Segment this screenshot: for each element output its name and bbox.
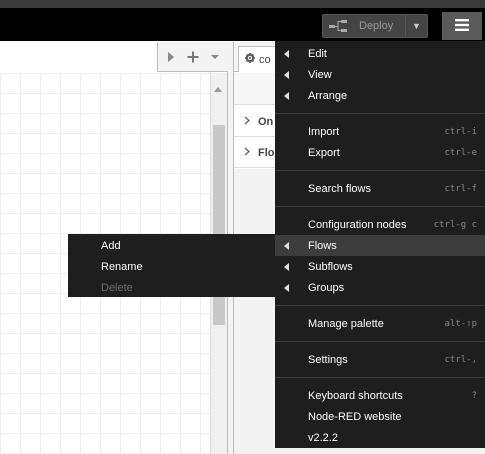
- menu-item-subflows[interactable]: Subflows: [275, 256, 485, 277]
- chevron-right-icon: [244, 116, 250, 128]
- menu-item-edit[interactable]: Edit: [275, 43, 485, 64]
- flows-list-button[interactable]: [204, 42, 226, 72]
- menu-divider: [275, 370, 485, 385]
- workspace-tab-bar: [0, 42, 228, 72]
- menu-item-import[interactable]: Import ctrl-i: [275, 121, 485, 142]
- menu-item-flows[interactable]: Flows: [275, 235, 485, 256]
- deploy-label: Deploy: [359, 20, 394, 32]
- workspace-tab-tools: [160, 42, 226, 72]
- menu-item-label: Node-RED website: [308, 410, 402, 423]
- submenu-item-label: Delete: [101, 281, 133, 294]
- submenu-item-label: Add: [101, 239, 121, 252]
- menu-item-export[interactable]: Export ctrl-e: [275, 142, 485, 163]
- chevron-right-icon[interactable]: [160, 42, 182, 72]
- sidebar-section-label: Flo: [258, 146, 275, 159]
- menu-item-version[interactable]: v2.2.2: [275, 427, 485, 448]
- menu-item-label: Flows: [308, 239, 337, 252]
- menu-item-shortcut: ctrl-e: [444, 147, 477, 158]
- menu-item-shortcut: ctrl-i: [444, 126, 477, 137]
- menu-item-label: Keyboard shortcuts: [308, 389, 403, 402]
- caret-left-icon: [284, 284, 289, 292]
- menu-item-shortcut: ctrl-,: [444, 354, 477, 365]
- submenu-item-add[interactable]: Add: [68, 235, 276, 256]
- caret-left-icon: [284, 50, 289, 58]
- menu-item-label: Configuration nodes: [308, 218, 407, 231]
- flow-tab[interactable]: [0, 42, 158, 72]
- plus-icon: [187, 51, 199, 63]
- menu-item-label: Import: [308, 125, 340, 138]
- caret-left-icon: [284, 263, 289, 271]
- menu-item-label: Export: [308, 146, 340, 159]
- chevron-down-icon: [211, 55, 219, 59]
- sidebar-tab-label: co: [259, 53, 271, 66]
- header-bar: Deploy ▼: [0, 8, 485, 41]
- add-flow-button[interactable]: [182, 42, 204, 72]
- menu-divider: [275, 163, 485, 178]
- menu-item-label: Search flows: [308, 182, 371, 195]
- menu-item-label: Edit: [308, 47, 327, 60]
- menu-item-label: v2.2.2: [308, 431, 338, 444]
- menu-item-shortcut: ctrl-g c: [433, 219, 477, 230]
- menu-divider: [275, 298, 485, 313]
- caret-left-icon: [284, 92, 289, 100]
- menu-item-label: Groups: [308, 281, 345, 294]
- scroll-up-arrow-icon[interactable]: [214, 87, 222, 92]
- chevron-right-icon: [244, 147, 250, 159]
- menu-item-groups[interactable]: Groups: [275, 277, 485, 298]
- window-top-strip: [0, 0, 485, 8]
- caret-left-icon: [284, 242, 289, 250]
- menu-item-label: Manage palette: [308, 317, 384, 330]
- menu-item-shortcut: ?: [471, 390, 477, 401]
- deploy-options-button[interactable]: ▼: [405, 15, 427, 37]
- main-menu-button[interactable]: [442, 12, 482, 40]
- menu-item-shortcut: ctrl-f: [444, 183, 477, 194]
- menu-divider: [275, 106, 485, 121]
- flows-submenu: Add Rename Delete: [68, 234, 276, 297]
- hamburger-icon: [454, 18, 470, 35]
- submenu-item-rename[interactable]: Rename: [68, 256, 276, 277]
- caret-left-icon: [284, 71, 289, 79]
- chevron-down-icon: ▼: [412, 21, 421, 31]
- submenu-item-label: Rename: [101, 260, 143, 273]
- menu-item-label: View: [308, 68, 332, 81]
- menu-divider: [275, 199, 485, 214]
- deploy-button[interactable]: Deploy ▼: [322, 14, 428, 38]
- menu-item-node-red-website[interactable]: Node-RED website: [275, 406, 485, 427]
- gear-icon: [245, 53, 255, 66]
- main-menu-dropdown: Edit View Arrange Import ctrl-i Export c…: [275, 41, 485, 448]
- menu-item-configuration-nodes[interactable]: Configuration nodes ctrl-g c: [275, 214, 485, 235]
- menu-item-view[interactable]: View: [275, 64, 485, 85]
- menu-divider: [275, 334, 485, 349]
- sidebar-section-label: On: [258, 115, 274, 128]
- menu-item-shortcut: alt-⇧p: [444, 318, 477, 329]
- menu-item-label: Settings: [308, 353, 348, 366]
- menu-item-manage-palette[interactable]: Manage palette alt-⇧p: [275, 313, 485, 334]
- submenu-item-delete: Delete: [68, 277, 276, 298]
- menu-item-label: Arrange: [308, 89, 348, 102]
- menu-item-settings[interactable]: Settings ctrl-,: [275, 349, 485, 370]
- menu-item-search-flows[interactable]: Search flows ctrl-f: [275, 178, 485, 199]
- menu-item-label: Subflows: [308, 260, 353, 273]
- deploy-icon: [323, 15, 353, 37]
- menu-item-keyboard-shortcuts[interactable]: Keyboard shortcuts ?: [275, 385, 485, 406]
- menu-item-arrange[interactable]: Arrange: [275, 85, 485, 106]
